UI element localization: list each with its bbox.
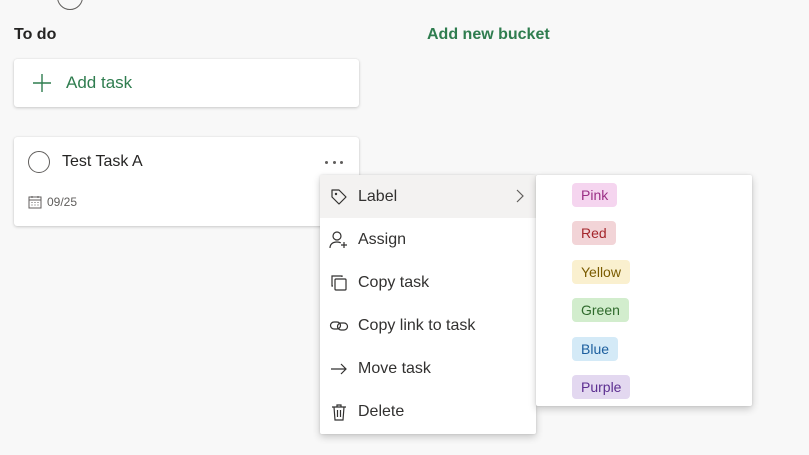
task-complete-checkbox[interactable]: [28, 151, 50, 173]
menu-assign-text: Assign: [358, 230, 407, 248]
label-chip-purple[interactable]: Purple: [572, 375, 631, 399]
task-due-date: 09/25: [28, 195, 77, 209]
task-context-menu: Label Assign Copy task Copy link to task: [320, 175, 536, 434]
more-options-icon[interactable]: [322, 151, 346, 173]
task-card[interactable]: Test Task A 09/25: [14, 137, 359, 226]
tag-icon: [329, 187, 349, 207]
bucket-title: To do: [14, 26, 57, 43]
add-task-label: Add task: [66, 73, 133, 92]
arrow-right-icon: [329, 359, 349, 379]
menu-item-delete[interactable]: Delete: [320, 390, 536, 433]
person-add-icon: [329, 230, 349, 250]
label-submenu: Pink Red Yellow Green Blue Purple: [536, 175, 752, 406]
calendar-icon: [28, 196, 42, 209]
due-date-text: 09/25: [47, 195, 78, 209]
menu-item-copy-link[interactable]: Copy link to task: [320, 304, 536, 347]
link-icon: [329, 316, 349, 336]
add-new-bucket-link[interactable]: Add new bucket: [427, 26, 550, 44]
label-chip-blue[interactable]: Blue: [572, 337, 619, 361]
label-chip-pink[interactable]: Pink: [572, 183, 618, 207]
menu-copy-task-text: Copy task: [358, 273, 430, 291]
menu-move-task-text: Move task: [358, 359, 431, 377]
menu-item-assign[interactable]: Assign: [320, 218, 536, 261]
menu-label-text: Label: [358, 187, 398, 205]
add-task-button[interactable]: Add task: [14, 59, 359, 107]
partial-circle-button[interactable]: [57, 0, 83, 10]
task-title: Test Task A: [62, 153, 143, 170]
plus-icon: [32, 73, 52, 93]
copy-icon: [329, 273, 349, 293]
menu-copy-link-text: Copy link to task: [358, 316, 476, 334]
label-chip-red[interactable]: Red: [572, 221, 616, 245]
trash-icon: [329, 402, 349, 422]
menu-item-copy-task[interactable]: Copy task: [320, 261, 536, 304]
label-chip-yellow[interactable]: Yellow: [572, 260, 630, 284]
menu-delete-text: Delete: [358, 402, 405, 420]
planner-board: To do Add new bucket Add task Test Task …: [0, 0, 809, 455]
label-chip-green[interactable]: Green: [572, 298, 629, 322]
chevron-right-icon: [515, 189, 525, 208]
menu-item-label[interactable]: Label: [320, 175, 536, 218]
menu-item-move-task[interactable]: Move task: [320, 347, 536, 390]
